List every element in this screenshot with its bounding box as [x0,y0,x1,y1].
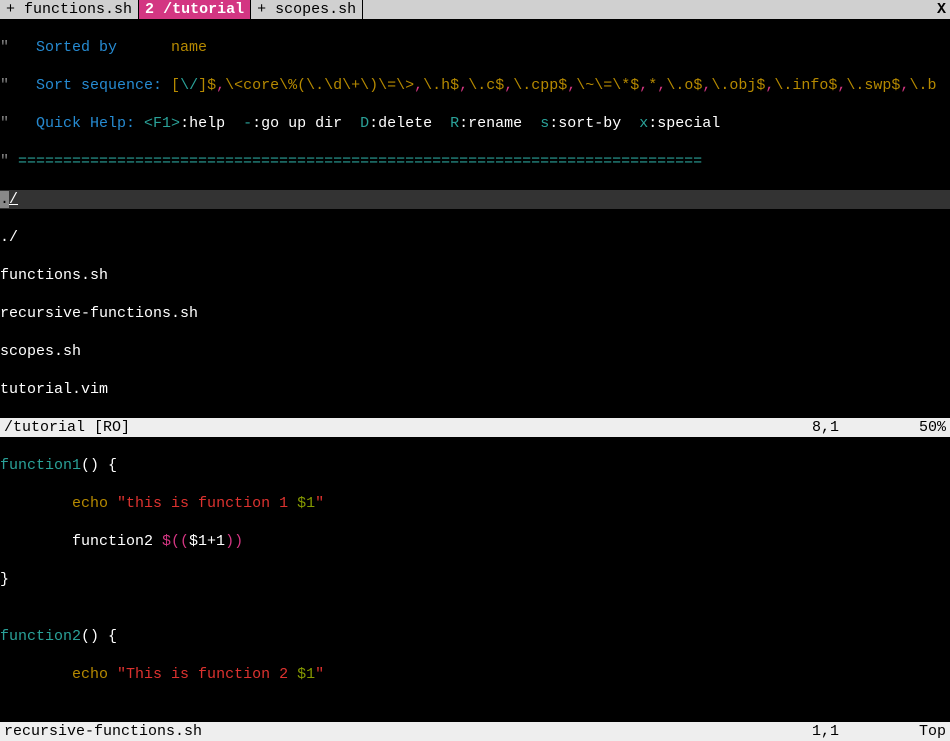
list-item-file[interactable]: scopes.sh [0,342,950,361]
brace-open: () { [81,628,117,645]
sorted-by-value: name [171,39,207,56]
arith-close: )) [225,533,243,550]
tab-scopes[interactable]: + scopes.sh [251,0,363,19]
list-item-file[interactable]: functions.sh [0,266,950,285]
sort-key: s [540,115,549,132]
function-call: function2 [72,533,162,550]
special-key: x [639,115,648,132]
list-item-parent[interactable]: ./ [0,228,950,247]
variable: $1 [297,495,315,512]
list-item-file[interactable]: recursive-functions.sh [0,304,950,323]
tab-functions[interactable]: + functions.sh [0,0,139,19]
string-end: " [315,495,324,512]
list-item-file[interactable]: tutorial.vim [0,380,950,399]
quick-help-label: Quick Help: [36,115,144,132]
comment-quote: " [0,77,36,94]
brace-open: () { [81,457,117,474]
arith-open: $(( [162,533,189,550]
tab-modified-count: 2 [145,1,154,18]
delete-text: :delete [369,115,450,132]
divider: ========================================… [18,153,702,170]
status-filename: recursive-functions.sh [4,722,202,741]
tab-line: + functions.sh 2 /tutorial + scopes.sh X [0,0,950,19]
cursor-rest: / [9,191,18,208]
status-line-bottom: recursive-functions.sh 1,1 Top [0,722,950,741]
status-line-top: /tutorial [RO] 8,1 50% [0,418,950,437]
sorted-by-label: Sorted by [36,39,171,56]
cursor-char: . [0,191,9,208]
brace-close: } [0,571,9,588]
sort-seq-value: [\/]$,\<core\%(\.\d\+\)\=\>,\.h$,\.c$,\.… [171,77,936,94]
status-percent: 50% [919,418,946,437]
sort-text: :sort-by [549,115,639,132]
tab-tutorial[interactable]: 2 /tutorial [139,0,251,19]
comment-quote: " [0,115,36,132]
status-position: 8,1 [812,418,919,437]
tab-title: /tutorial [163,1,244,18]
status-position: 1,1 [812,722,919,741]
string-literal: "This is function 2 [117,666,297,683]
tab-close-icon[interactable]: X [933,0,950,19]
goup-key: - [243,115,252,132]
sort-seq-label: Sort sequence: [36,77,171,94]
code-pane[interactable]: function1() { echo "this is function 1 $… [0,437,950,722]
netrw-pane[interactable]: " Sorted by name " Sort sequence: [\/]$,… [0,19,950,418]
status-percent: Top [919,722,946,741]
string-literal: "this is function 1 [117,495,297,512]
echo-keyword: echo [72,666,108,683]
delete-key: D [360,115,369,132]
special-text: :special [648,115,720,132]
function-name: function1 [0,457,81,474]
cursor-line[interactable]: ./ [0,190,950,209]
goup-text: :go up dir [252,115,360,132]
echo-keyword: echo [72,495,108,512]
function-name: function2 [0,628,81,645]
comment-quote: " [0,39,36,56]
arith-expr: $1+1 [189,533,225,550]
rename-key: R [450,115,459,132]
variable: $1 [297,666,315,683]
status-filename: /tutorial [RO] [4,418,130,437]
string-end: " [315,666,324,683]
help-text: :help [180,115,243,132]
rename-text: :rename [459,115,540,132]
help-key: <F1> [144,115,180,132]
